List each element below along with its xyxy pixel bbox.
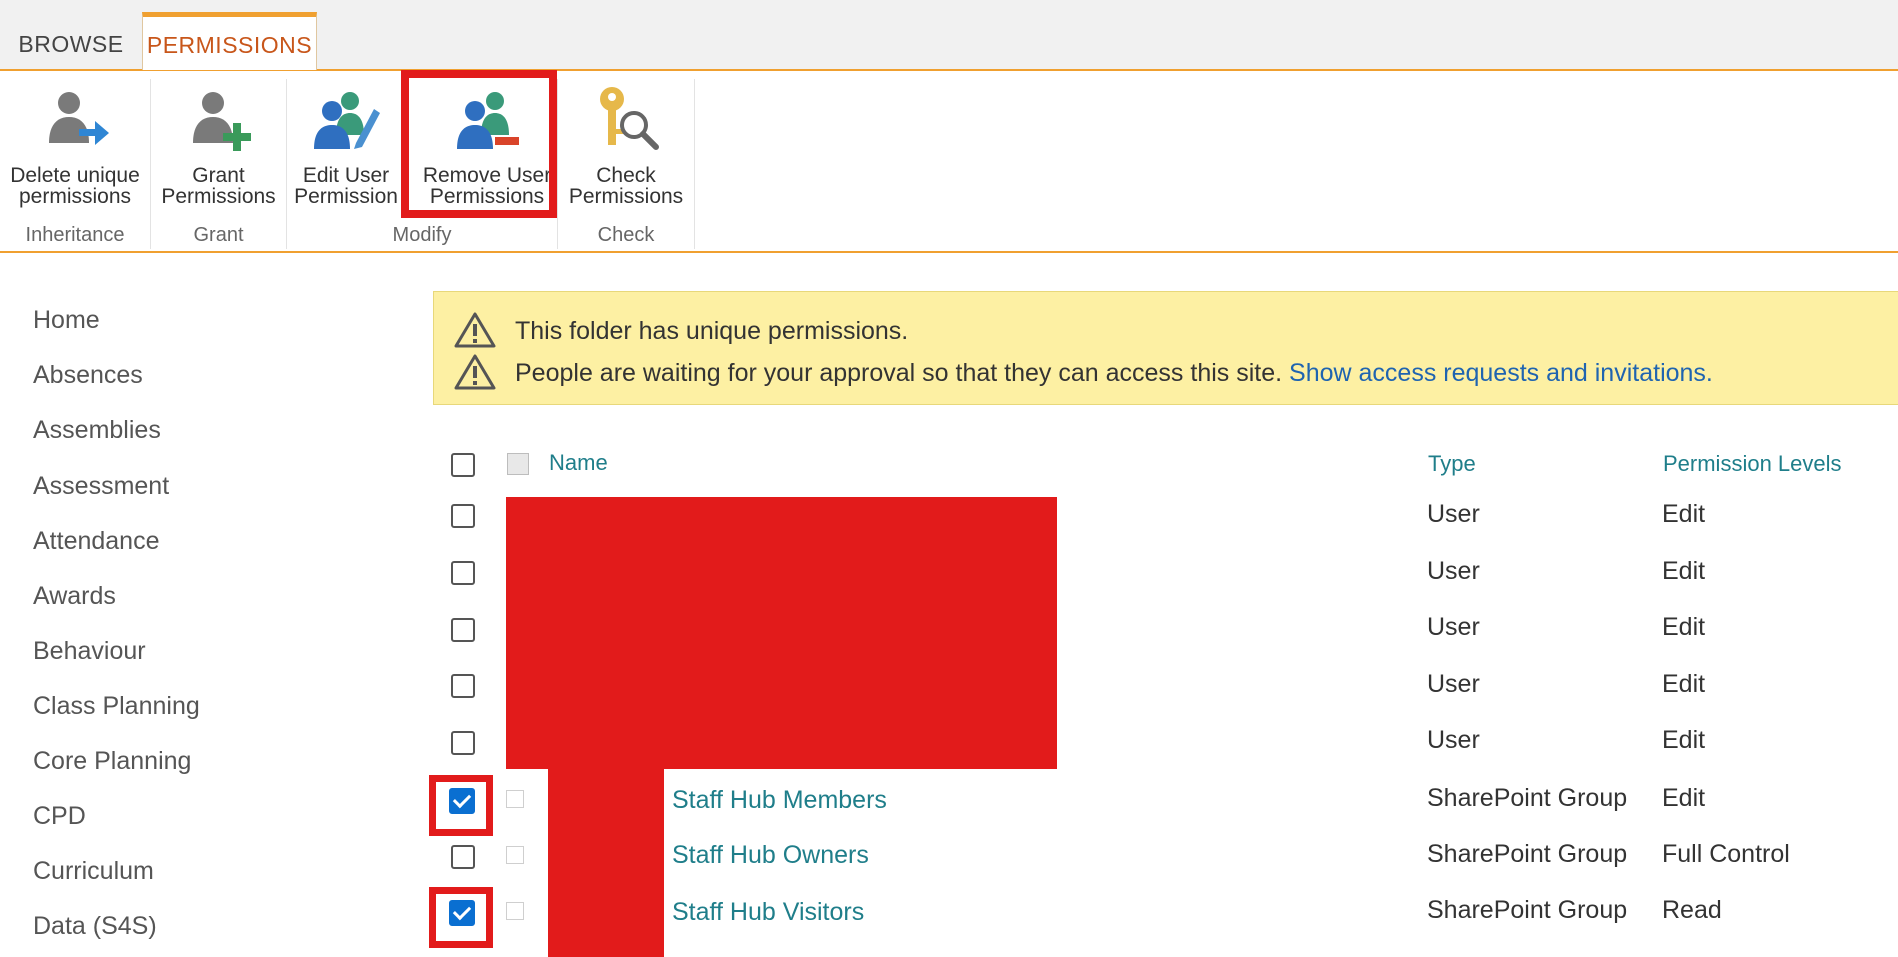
row-permission-level: Edit — [1662, 613, 1706, 641]
row-type: SharePoint Group — [1427, 840, 1628, 868]
row-permission-level: Read — [1662, 896, 1722, 924]
column-header-permission-levels[interactable]: Permission Levels — [1663, 451, 1842, 477]
ribbon-group-inheritance: Delete unique permissions Inheritance — [0, 79, 151, 249]
edit-user-permissions-button[interactable]: Edit User Permission — [287, 79, 405, 207]
row-checkbox[interactable] — [451, 618, 475, 642]
nav-item-awards[interactable]: Awards — [33, 582, 116, 611]
ribbon: Delete unique permissions Inheritance Gr… — [0, 71, 1898, 253]
row-permission-level: Edit — [1662, 726, 1706, 754]
show-access-requests-link[interactable]: Show access requests and invitations. — [1289, 359, 1713, 387]
users-pencil-icon — [314, 92, 380, 149]
row-permission-level: Edit — [1662, 500, 1706, 528]
row-permission-level: Edit — [1662, 557, 1706, 585]
ribbon-tab-bar: BROWSE PERMISSIONS — [0, 0, 1898, 71]
row-type: User — [1427, 500, 1480, 528]
nav-item-cpd[interactable]: CPD — [33, 802, 86, 831]
check-permissions-button[interactable]: Check Permissions — [558, 79, 694, 207]
nav-item-behaviour[interactable]: Behaviour — [33, 637, 146, 666]
user-plus-icon — [192, 92, 251, 151]
nav-item-assessment[interactable]: Assessment — [33, 472, 169, 501]
row-type: User — [1427, 726, 1480, 754]
select-all-checkbox[interactable] — [451, 453, 475, 477]
row-checkbox[interactable] — [449, 900, 475, 926]
row-type: SharePoint Group — [1427, 784, 1628, 812]
row-permission-level: Full Control — [1662, 840, 1790, 868]
row-type: User — [1427, 613, 1480, 641]
nav-item-class-planning[interactable]: Class Planning — [33, 692, 200, 721]
row-checkbox[interactable] — [451, 731, 475, 755]
nav-item-home[interactable]: Home — [33, 306, 100, 335]
tab-browse[interactable]: BROWSE — [0, 12, 142, 69]
edit-user-permissions-label: Edit User Permission — [294, 164, 398, 208]
row-checkbox[interactable] — [451, 561, 475, 585]
nav-item-attendance[interactable]: Attendance — [33, 527, 160, 556]
key-magnifier-icon — [600, 87, 659, 150]
check-permissions-label: Check Permissions — [568, 164, 684, 208]
group-label-check: Check — [597, 224, 655, 246]
group-label-grant: Grant — [193, 224, 244, 246]
nav-item-core-planning[interactable]: Core Planning — [33, 747, 191, 776]
warning-icon — [454, 312, 496, 348]
row-checkbox[interactable] — [451, 504, 475, 528]
status-notice: This folder has unique permissions. Peop… — [433, 291, 1898, 405]
notice-unique-permissions: This folder has unique permissions. — [515, 317, 909, 345]
notice-approval: People are waiting for your approval so … — [515, 359, 1713, 388]
user-arrow-icon — [49, 92, 109, 145]
redacted-group-icons — [548, 769, 664, 957]
column-header-type[interactable]: Type — [1428, 451, 1476, 477]
nav-item-assemblies[interactable]: Assemblies — [33, 416, 161, 445]
row-type: SharePoint Group — [1427, 896, 1628, 924]
grant-permissions-button[interactable]: Grant Permissions — [151, 79, 286, 207]
group-link-staff-hub-members[interactable]: Staff Hub Members — [672, 786, 887, 815]
row-item-checkbox[interactable] — [506, 846, 524, 864]
ribbon-group-check: Check Permissions Check — [558, 79, 695, 249]
nav-item-absences[interactable]: Absences — [33, 361, 143, 390]
group-link-staff-hub-owners[interactable]: Staff Hub Owners — [672, 841, 869, 870]
header-item-checkbox[interactable] — [507, 453, 529, 475]
ribbon-group-grant: Grant Permissions Grant — [151, 79, 287, 249]
row-permission-level: Edit — [1662, 784, 1706, 812]
nav-item-curriculum[interactable]: Curriculum — [33, 857, 154, 886]
group-label-modify: Modify — [392, 224, 452, 246]
remove-user-highlight-box — [401, 70, 557, 218]
notice-approval-text: People are waiting for your approval so … — [515, 359, 1283, 387]
group-link-staff-hub-visitors[interactable]: Staff Hub Visitors — [672, 898, 864, 927]
row-checkbox[interactable] — [449, 788, 475, 814]
delete-unique-permissions-button[interactable]: Delete unique permissions — [0, 79, 150, 207]
tab-permissions[interactable]: PERMISSIONS — [142, 12, 317, 70]
column-header-name[interactable]: Name — [549, 450, 608, 476]
row-permission-level: Edit — [1662, 670, 1706, 698]
nav-item-data-s4s[interactable]: Data (S4S) — [33, 912, 157, 941]
row-item-checkbox[interactable] — [506, 790, 524, 808]
redacted-user-names — [506, 497, 1057, 769]
row-checkbox[interactable] — [451, 674, 475, 698]
group-label-inheritance: Inheritance — [25, 224, 125, 246]
row-type: User — [1427, 670, 1480, 698]
warning-icon — [454, 354, 496, 390]
grant-permissions-label: Grant Permissions — [161, 164, 276, 208]
row-item-checkbox[interactable] — [506, 902, 524, 920]
row-checkbox[interactable] — [451, 845, 475, 869]
row-type: User — [1427, 557, 1480, 585]
delete-unique-permissions-label: Delete unique permissions — [10, 164, 140, 208]
